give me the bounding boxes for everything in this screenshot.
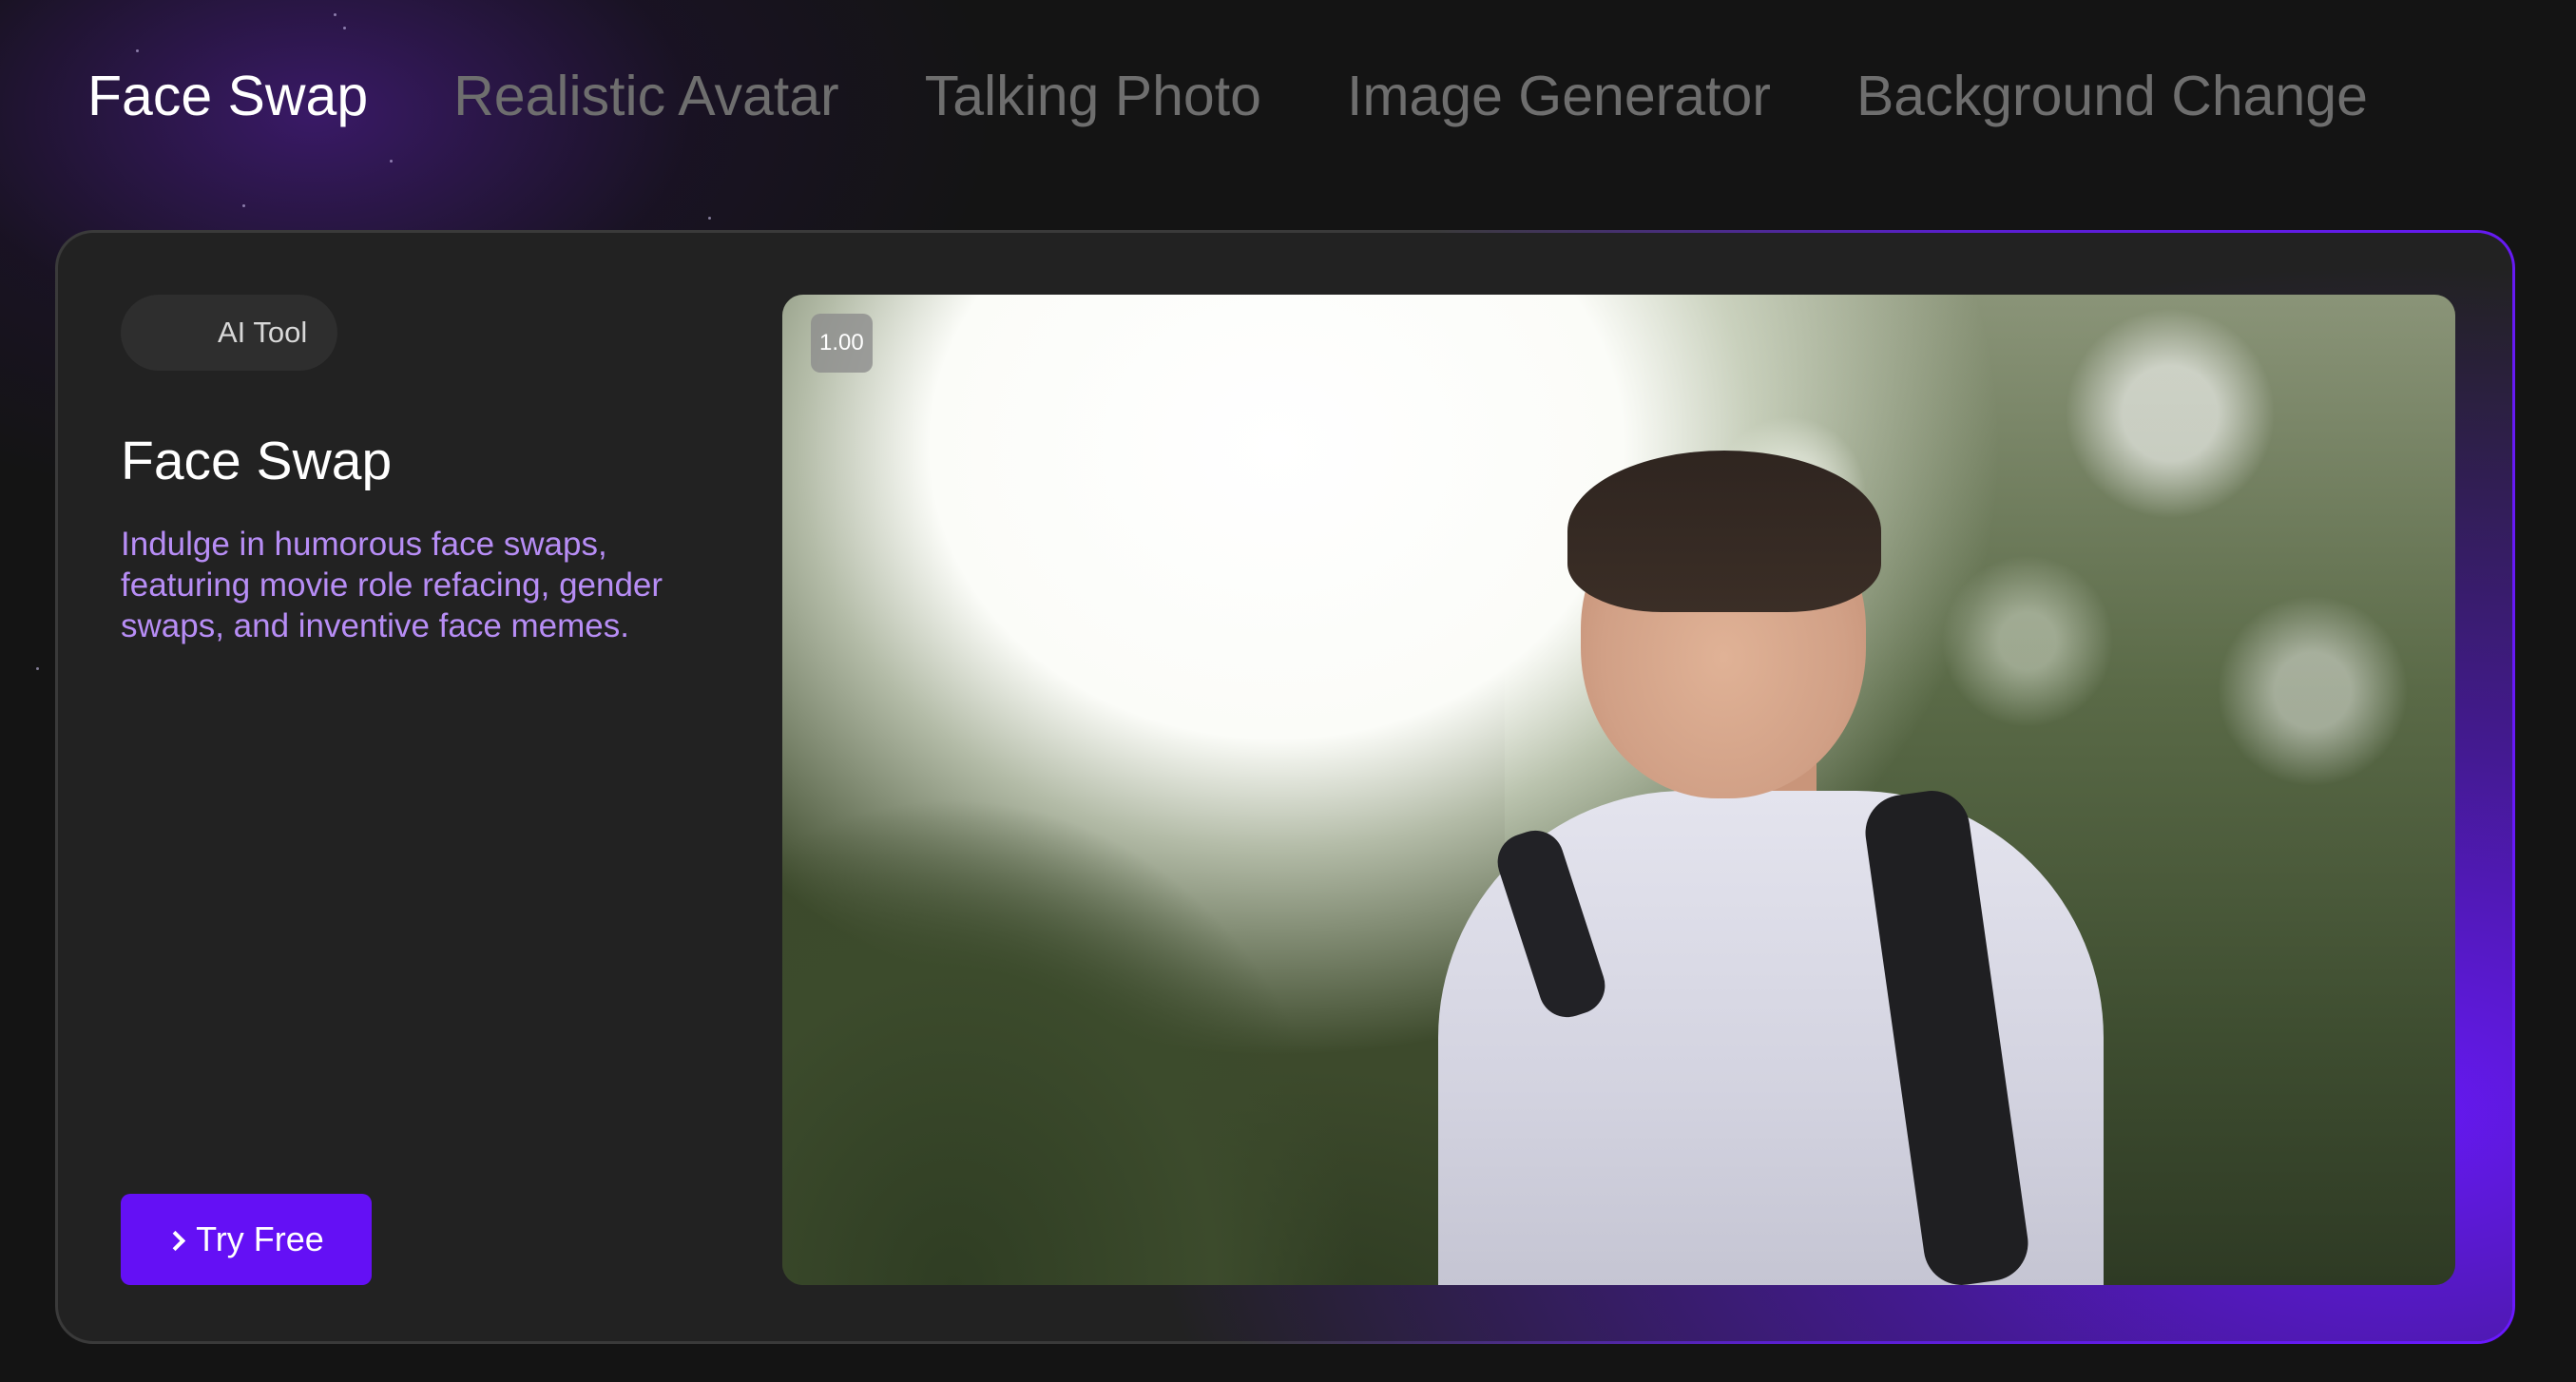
star-decoration (242, 204, 245, 207)
feature-card-body: AI Tool Face Swap Indulge in humorous fa… (58, 233, 2512, 1341)
tab-image-generator[interactable]: Image Generator (1347, 55, 1771, 137)
playback-speed-badge[interactable]: 1.00 (811, 314, 873, 373)
star-decoration (708, 217, 711, 220)
star-decoration (36, 667, 39, 670)
tab-background-change[interactable]: Background Change (1856, 55, 2368, 137)
try-free-button[interactable]: Try Free (121, 1194, 372, 1285)
star-decoration (334, 13, 336, 16)
tab-face-swap[interactable]: Face Swap (87, 55, 368, 137)
preview-video[interactable]: 1.00 (782, 295, 2455, 1285)
feature-card: AI Tool Face Swap Indulge in humorous fa… (55, 230, 2515, 1344)
card-description: Indulge in humorous face swaps, featurin… (121, 526, 663, 644)
try-free-label: Try Free (196, 1219, 324, 1258)
person-hair (1567, 451, 1881, 612)
tab-talking-photo[interactable]: Talking Photo (925, 55, 1261, 137)
ai-tool-badge: AI Tool (121, 295, 338, 371)
star-decoration (343, 27, 346, 29)
card-title: Face Swap (121, 431, 393, 491)
star-decoration (136, 49, 139, 52)
tab-realistic-avatar[interactable]: Realistic Avatar (453, 55, 839, 137)
preview-person (1438, 428, 2104, 1285)
chevron-right-icon (165, 1230, 186, 1252)
star-decoration (390, 160, 393, 163)
feature-tabs: Face Swap Realistic Avatar Talking Photo… (87, 55, 2368, 137)
